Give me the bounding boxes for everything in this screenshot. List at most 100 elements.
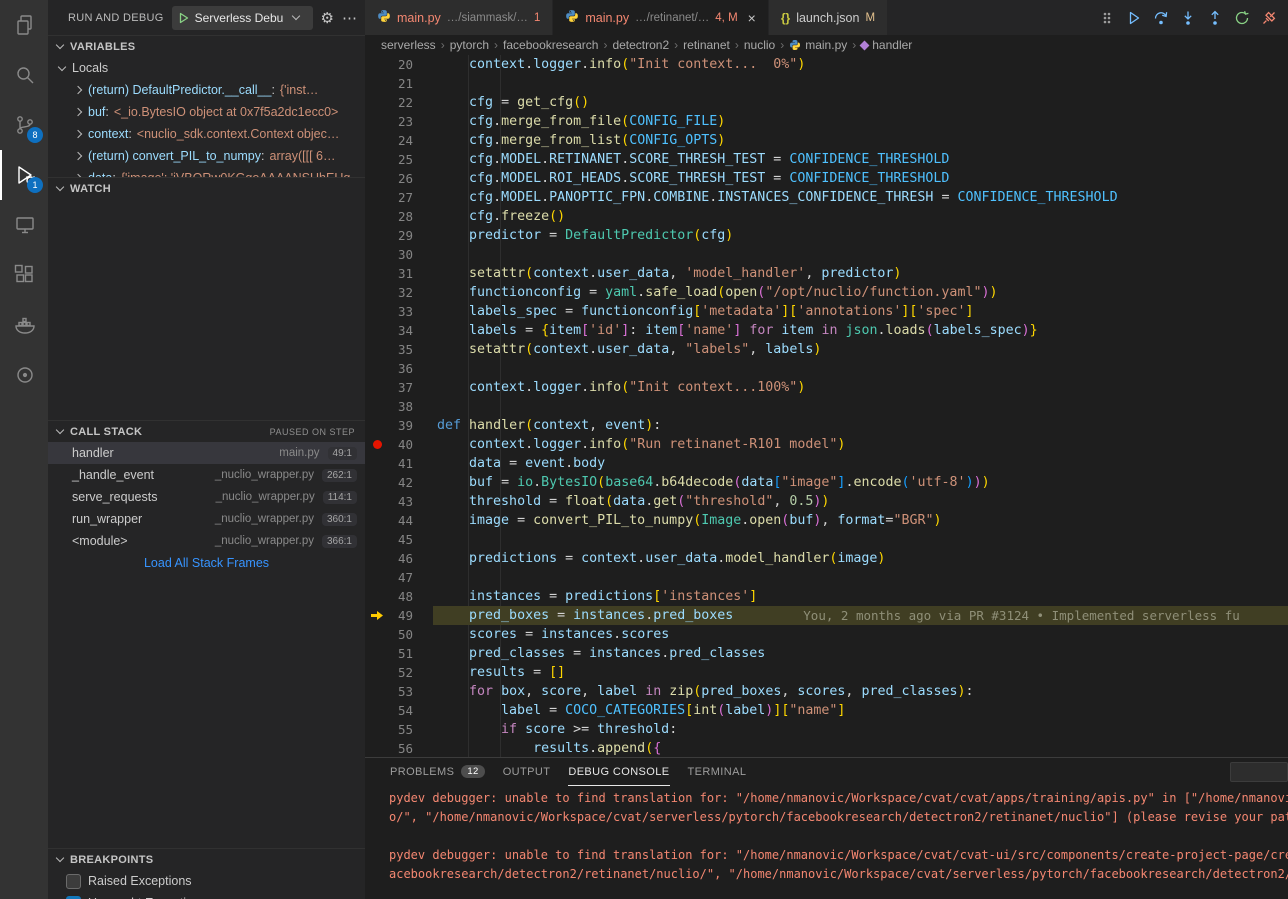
code-line[interactable]: 54 label = COCO_CATEGORIES[int(label)]["… [365,701,1288,720]
code-line[interactable]: 31 setattr(context.user_data, 'model_han… [365,264,1288,283]
remote-explorer-icon[interactable] [0,200,48,250]
breadcrumb-item-file[interactable]: main.py [789,38,847,52]
code-line[interactable]: 28 cfg.freeze() [365,207,1288,226]
checkbox-unchecked[interactable] [66,874,81,889]
code-line[interactable]: 20 context.logger.info("Init context... … [365,55,1288,74]
callstack-section-header[interactable]: CALL STACK PAUSED ON STEP [48,420,365,442]
jupyter-icon[interactable] [0,350,48,400]
step-into-button[interactable] [1179,9,1197,27]
code-line[interactable]: 40 context.logger.info("Run retinanet-R1… [365,435,1288,454]
load-all-stack-frames-link[interactable]: Load All Stack Frames [48,552,365,574]
code-line[interactable]: 46 predictions = context.user_data.model… [365,549,1288,568]
panel-tab-output[interactable]: OUTPUT [503,758,551,786]
code-line[interactable]: 32 functionconfig = yaml.safe_load(open(… [365,283,1288,302]
extensions-icon[interactable] [0,250,48,300]
code-line[interactable]: 42 buf = io.BytesIO(base64.b64decode(dat… [365,473,1288,492]
code-line[interactable]: 30 [365,245,1288,264]
search-icon[interactable] [0,50,48,100]
panel-tab-problems[interactable]: PROBLEMS12 [390,758,485,786]
code-line-content: labels_spec = functionconfig['metadata']… [433,302,1288,321]
run-and-debug-icon[interactable]: 1 [0,150,48,200]
code-line[interactable]: 37 context.logger.info("Init context...1… [365,378,1288,397]
code-line[interactable]: 55 if score >= threshold: [365,720,1288,739]
code-line[interactable]: 43 threshold = float(data.get("threshold… [365,492,1288,511]
variable-row[interactable]: context<nuclio_sdk.context.Context objec… [48,123,365,145]
tab-launch-json[interactable]: {} launch.json M [769,0,888,35]
code-line-content: data = event.body [433,454,1288,473]
tab-label: main.py [585,11,629,25]
panel-tab-debug-console[interactable]: DEBUG CONSOLE [568,758,669,786]
debug-gear-icon[interactable]: ⚙ [321,9,334,27]
disconnect-button[interactable] [1260,9,1278,27]
explorer-icon[interactable] [0,0,48,50]
breakpoints-section-header[interactable]: BREAKPOINTS [48,848,365,870]
code-line[interactable]: 25 cfg.MODEL.RETINANET.SCORE_THRESH_TEST… [365,150,1288,169]
code-line[interactable]: 41 data = event.body [365,454,1288,473]
code-line[interactable]: 56 results.append({ [365,739,1288,757]
code-line[interactable]: 49 pred_boxes = instances.pred_boxesYou,… [365,606,1288,625]
drag-grip-icon[interactable] [1098,9,1116,27]
watch-section-header[interactable]: WATCH [48,177,365,199]
breadcrumb-item[interactable]: serverless [381,38,436,52]
breakpoint-exception-row[interactable]: Raised Exceptions [48,870,365,892]
debug-config-dropdown[interactable]: Serverless Debu [172,6,313,30]
callstack-frame[interactable]: _handle_event_nuclio_wrapper.py262:1 [48,464,365,486]
code-line[interactable]: 24 cfg.merge_from_list(CONFIG_OPTS) [365,131,1288,150]
step-out-button[interactable] [1206,9,1224,27]
code-line[interactable]: 50 scores = instances.scores [365,625,1288,644]
checkbox-checked[interactable] [66,896,81,899]
line-number: 50 [389,625,413,644]
code-line[interactable]: 48 instances = predictions['instances'] [365,587,1288,606]
callstack-frame[interactable]: serve_requests_nuclio_wrapper.py114:1 [48,486,365,508]
breadcrumb-item[interactable]: pytorch [450,38,489,52]
code-line[interactable]: 44 image = convert_PIL_to_numpy(Image.op… [365,511,1288,530]
code-line[interactable]: 23 cfg.merge_from_file(CONFIG_FILE) [365,112,1288,131]
code-line[interactable]: 45 [365,530,1288,549]
code-line[interactable]: 29 predictor = DefaultPredictor(cfg) [365,226,1288,245]
code-line[interactable]: 26 cfg.MODEL.ROI_HEADS.SCORE_THRESH_TEST… [365,169,1288,188]
console-filter-input[interactable] [1230,762,1288,782]
breadcrumb-item[interactable]: retinanet [683,38,730,52]
panel-tab-terminal[interactable]: TERMINAL [688,758,747,786]
code-line[interactable]: 53 for box, score, label in zip(pred_box… [365,682,1288,701]
breadcrumb-item[interactable]: detectron2 [612,38,669,52]
code-line[interactable]: 36 [365,359,1288,378]
continue-button[interactable] [1125,9,1143,27]
code-line[interactable]: 27 cfg.MODEL.PANOPTIC_FPN.COMBINE.INSTAN… [365,188,1288,207]
variables-scope-locals[interactable]: Locals [48,57,365,79]
gutter-glyph-margin[interactable] [365,610,389,621]
more-actions-icon[interactable]: ⋯ [342,9,357,27]
breakpoint-icon[interactable] [373,440,382,449]
breakpoint-exception-row[interactable]: Uncaught Exceptions [48,892,365,899]
gutter-glyph-margin[interactable] [365,440,389,449]
breadcrumb-item-symbol[interactable]: handler [861,38,912,52]
variable-row[interactable]: buf<_io.BytesIO object at 0x7f5a2dc1ecc0… [48,101,365,123]
code-line[interactable]: 21 [365,74,1288,93]
restart-button[interactable] [1233,9,1251,27]
code-line[interactable]: 52 results = [] [365,663,1288,682]
code-line[interactable]: 34 labels = {item['id']: item['name'] fo… [365,321,1288,340]
code-line[interactable]: 39def handler(context, event): [365,416,1288,435]
callstack-frame[interactable]: <module>_nuclio_wrapper.py366:1 [48,530,365,552]
tab-main-py-retinanet[interactable]: main.py …/retinanet/… 4, M × [553,0,769,35]
docker-icon[interactable] [0,300,48,350]
variable-row[interactable]: (return) DefaultPredictor.__call__{'inst… [48,79,365,101]
source-control-icon[interactable]: 8 [0,100,48,150]
code-line[interactable]: 22 cfg = get_cfg() [365,93,1288,112]
variables-section-header[interactable]: VARIABLES [48,35,365,57]
callstack-frame[interactable]: handlermain.py49:1 [48,442,365,464]
breadcrumb-item[interactable]: facebookresearch [503,38,598,52]
code-line[interactable]: 38 [365,397,1288,416]
variable-row[interactable]: (return) convert_PIL_to_numpyarray([[[ 6… [48,145,365,167]
tab-main-py-siammask[interactable]: main.py …/siammask/… 1 [365,0,553,35]
code-line[interactable]: 51 pred_classes = instances.pred_classes [365,644,1288,663]
breadcrumb-item[interactable]: nuclio [744,38,775,52]
code-line[interactable]: 33 labels_spec = functionconfig['metadat… [365,302,1288,321]
variable-row[interactable]: data{'image': 'iVBORw0KGgoAAAANSUhEUg… [48,167,365,177]
callstack-frame[interactable]: run_wrapper_nuclio_wrapper.py360:1 [48,508,365,530]
step-over-button[interactable] [1152,9,1170,27]
code-editor[interactable]: 20 context.logger.info("Init context... … [365,55,1288,757]
close-icon[interactable]: × [748,10,756,26]
code-line[interactable]: 47 [365,568,1288,587]
code-line[interactable]: 35 setattr(context.user_data, "labels", … [365,340,1288,359]
